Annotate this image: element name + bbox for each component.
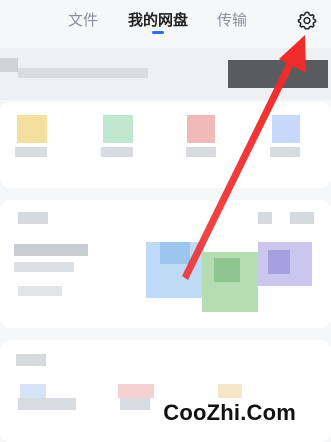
blurred-section-title xyxy=(18,212,48,224)
blurred-bottom-thumb-2 xyxy=(118,384,154,398)
blurred-label-1 xyxy=(15,147,47,157)
tab-transfer[interactable]: 传输 xyxy=(217,9,247,30)
blurred-avatar-placeholder xyxy=(0,58,18,72)
tab-my-drive[interactable]: 我的网盘 xyxy=(128,9,188,30)
blurred-icon-4 xyxy=(272,115,300,143)
blurred-thumb-purple-dark xyxy=(268,250,290,274)
blurred-bottom-title xyxy=(16,354,46,366)
blurred-list-text-2 xyxy=(14,262,74,272)
blurred-label-2 xyxy=(101,147,133,157)
blurred-bottom-label-2 xyxy=(120,398,150,410)
blurred-vip-badge xyxy=(228,60,328,88)
active-tab-indicator xyxy=(152,31,164,34)
tab-files[interactable]: 文件 xyxy=(68,9,98,30)
blurred-list-text-3 xyxy=(18,286,62,296)
blurred-thumb-blue-dark xyxy=(160,242,190,264)
blurred-section-more xyxy=(258,212,272,224)
blurred-icon-3 xyxy=(187,115,215,143)
blurred-section-more-2 xyxy=(290,212,314,224)
blurred-thumb-green-dark xyxy=(214,258,240,282)
blurred-icon-1 xyxy=(17,115,47,143)
blurred-label-4 xyxy=(270,147,300,157)
blurred-bottom-thumb-3 xyxy=(218,384,242,398)
top-tab-bar: 文件 我的网盘 传输 xyxy=(0,0,331,46)
watermark-text: CooZhi.Com xyxy=(163,400,296,425)
bottom-section-card xyxy=(0,340,331,442)
blurred-bottom-thumb-1 xyxy=(20,384,46,398)
blurred-username-placeholder xyxy=(18,68,148,78)
blurred-bottom-label-1 xyxy=(18,398,76,410)
blurred-label-3 xyxy=(186,147,216,157)
blurred-list-text-1 xyxy=(14,244,88,256)
settings-gear-icon[interactable] xyxy=(296,9,318,31)
blurred-icon-2 xyxy=(103,115,133,143)
